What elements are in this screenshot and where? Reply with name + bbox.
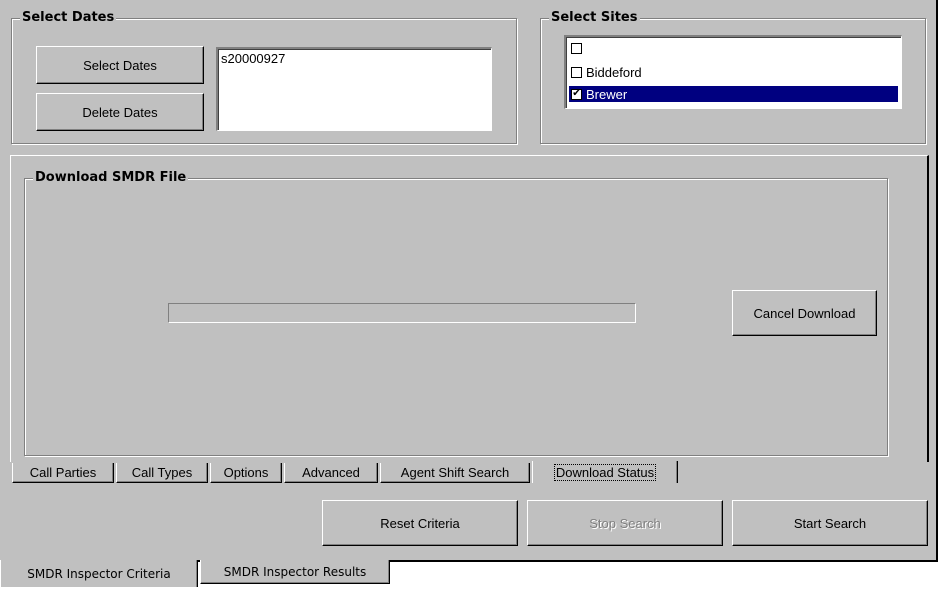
reset-criteria-button[interactable]: Reset Criteria <box>322 500 518 546</box>
stop-search-button[interactable]: Stop Search <box>527 500 723 546</box>
download-progress-bar <box>168 303 636 323</box>
cancel-download-label: Cancel Download <box>753 305 856 321</box>
tab-label: Agent Shift Search <box>400 465 510 480</box>
select-dates-title: Select Dates <box>20 10 117 26</box>
tab-smdr-inspector-criteria[interactable]: SMDR Inspector Criteria <box>0 560 198 587</box>
tab-advanced[interactable]: Advanced <box>284 463 378 483</box>
start-search-label: Start Search <box>793 515 867 531</box>
select-sites-title: Select Sites <box>549 10 640 26</box>
tab-label: Call Parties <box>29 465 97 480</box>
tab-options[interactable]: Options <box>210 463 282 483</box>
tab-label: Advanced <box>302 465 360 480</box>
tab-label: SMDR Inspector Criteria <box>27 566 171 581</box>
site-item-blank[interactable] <box>569 40 898 56</box>
tab-label: Options <box>223 465 269 480</box>
reset-criteria-label: Reset Criteria <box>380 515 460 531</box>
site-checkbox[interactable] <box>571 42 582 54</box>
tab-label: Call Types <box>131 465 193 480</box>
date-item[interactable]: s20000927 <box>221 51 285 66</box>
download-smdr-title: Download SMDR File <box>33 170 189 186</box>
main-window: Select Dates Select Dates Delete Dates s… <box>0 0 938 562</box>
tab-call-types[interactable]: Call Types <box>116 463 208 483</box>
select-dates-button-label: Select Dates <box>83 57 157 73</box>
tab-label: SMDR Inspector Results <box>223 564 367 579</box>
delete-dates-button-label: Delete Dates <box>82 104 158 120</box>
site-checkbox[interactable] <box>571 66 582 78</box>
tab-download-status[interactable]: Download Status <box>532 461 678 483</box>
site-label: Biddeford <box>586 64 642 80</box>
site-item-biddeford[interactable]: Biddeford <box>569 64 898 80</box>
site-checkbox-checked[interactable]: ✔ <box>571 88 582 100</box>
tab-smdr-inspector-results[interactable]: SMDR Inspector Results <box>200 560 390 584</box>
tab-call-parties[interactable]: Call Parties <box>12 463 114 483</box>
delete-dates-button[interactable]: Delete Dates <box>36 93 204 131</box>
stop-search-label: Stop Search <box>589 515 661 531</box>
start-search-button[interactable]: Start Search <box>732 500 928 546</box>
tab-agent-shift-search[interactable]: Agent Shift Search <box>380 463 530 483</box>
site-item-brewer[interactable]: ✔ Brewer <box>569 86 898 102</box>
select-dates-button[interactable]: Select Dates <box>36 46 204 84</box>
cancel-download-button[interactable]: Cancel Download <box>732 290 877 336</box>
tab-label: Download Status <box>553 463 657 481</box>
site-label: Brewer <box>586 86 628 102</box>
sites-list[interactable]: Biddeford ✔ Brewer <box>564 35 902 109</box>
dates-list[interactable]: s20000927 <box>216 47 492 131</box>
